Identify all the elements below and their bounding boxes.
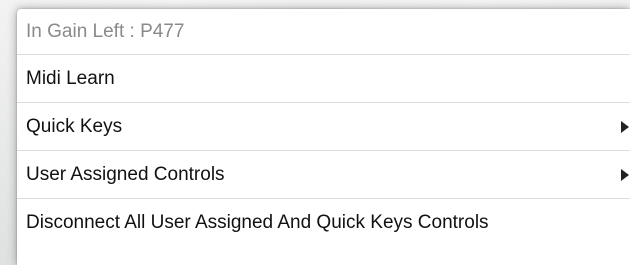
menu-item-label: Quick Keys bbox=[26, 115, 123, 137]
menu-item-quick-keys[interactable]: Quick Keys bbox=[17, 103, 630, 151]
menu-item-label: Disconnect All User Assigned And Quick K… bbox=[26, 212, 489, 233]
menu-header-parameter: In Gain Left : P477 bbox=[17, 9, 630, 55]
menu-header-label: In Gain Left : P477 bbox=[26, 20, 185, 42]
chevron-right-icon bbox=[620, 120, 630, 134]
menu-item-midi-learn[interactable]: Midi Learn bbox=[17, 55, 630, 103]
context-menu: In Gain Left : P477 Midi Learn Quick Key… bbox=[17, 9, 630, 265]
chevron-right-icon bbox=[620, 168, 630, 182]
menu-item-user-assigned-controls[interactable]: User Assigned Controls bbox=[17, 151, 630, 199]
menu-item-label: Midi Learn bbox=[26, 67, 115, 89]
menu-item-disconnect-all[interactable]: Disconnect All User Assigned And Quick K… bbox=[17, 199, 630, 247]
menu-item-label: User Assigned Controls bbox=[26, 163, 225, 185]
